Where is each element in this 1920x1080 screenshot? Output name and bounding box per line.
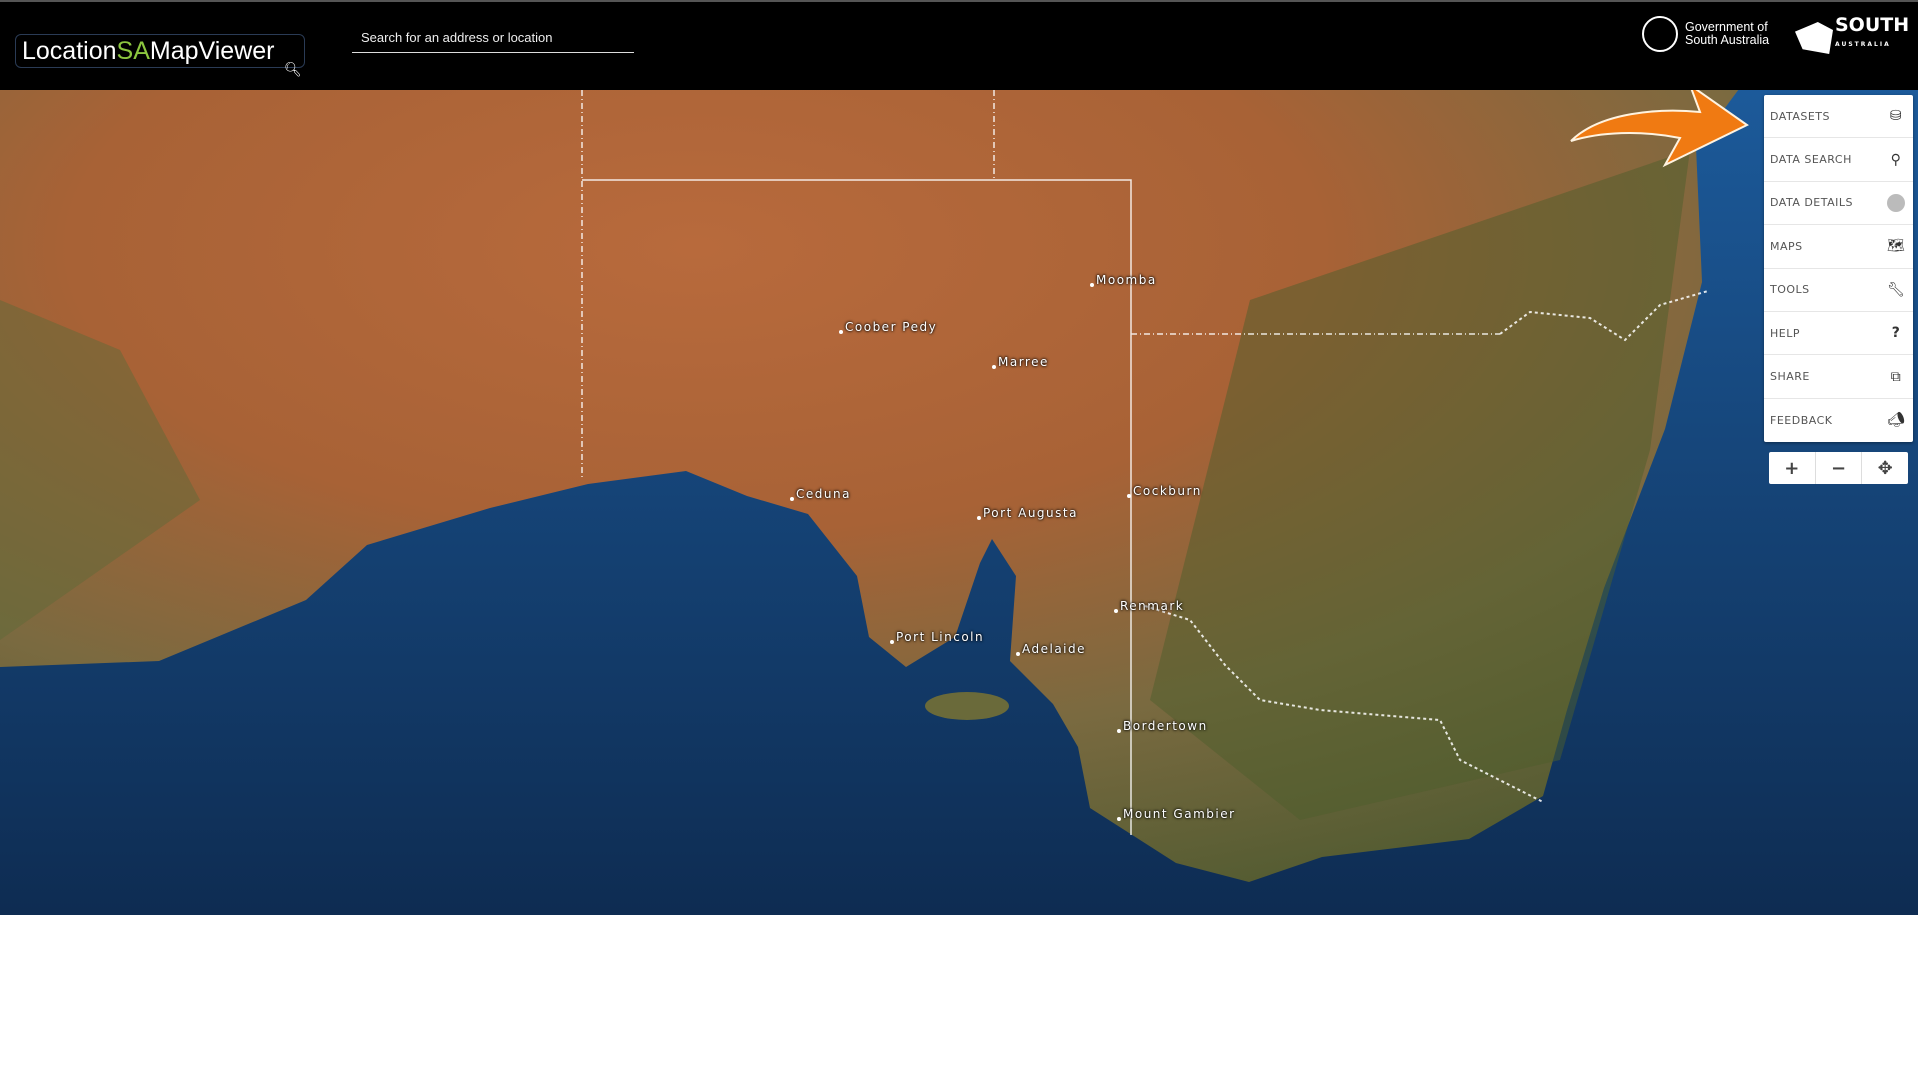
- database-icon: ⛁: [1889, 108, 1903, 125]
- menu-datasets[interactable]: DATASETS ⛁: [1764, 95, 1913, 139]
- place-label: Coober Pedy: [838, 320, 938, 334]
- menu-label: FEEDBACK: [1770, 413, 1833, 427]
- zoom-in-button[interactable]: +: [1769, 452, 1816, 484]
- kangaroo-island: [925, 692, 1009, 720]
- logo-text: Location: [22, 37, 117, 65]
- place-label: Adelaide: [1015, 642, 1087, 656]
- menu-label: DATA DETAILS: [1770, 196, 1853, 210]
- wrench-icon: 🔧︎: [1887, 281, 1906, 298]
- menu-label: MAPS: [1770, 239, 1803, 253]
- place-label: Port Lincoln: [889, 630, 985, 644]
- app-logo[interactable]: LocationSAMapViewer: [15, 34, 305, 68]
- menu-feedback[interactable]: FEEDBACK 📣︎: [1764, 399, 1913, 442]
- megaphone-icon: 📣︎: [1887, 412, 1906, 429]
- place-label: Cockburn: [1127, 484, 1202, 498]
- menu-maps[interactable]: MAPS 🗺︎: [1764, 225, 1913, 269]
- header: LocationSAMapViewer 🔍︎ Government ofSout…: [0, 0, 1918, 90]
- menu-help[interactable]: HELP?: [1764, 312, 1913, 356]
- menu-data-details[interactable]: DATA DETAILS: [1764, 182, 1913, 226]
- info-circle-icon: [1887, 193, 1905, 212]
- share-icon: ⧉: [1890, 368, 1902, 385]
- menu-label: SHARE: [1770, 370, 1810, 384]
- zoom-controls: + − ✥: [1769, 452, 1908, 484]
- menu-share[interactable]: SHARE ⧉: [1764, 355, 1913, 399]
- place-label: Bordertown: [1117, 719, 1208, 733]
- menu-label: TOOLS: [1770, 283, 1810, 297]
- place-label: Moomba: [1090, 273, 1157, 287]
- gov-line2: South Australia: [1685, 33, 1770, 47]
- menu-label: DATA SEARCH: [1770, 153, 1852, 167]
- locate-button[interactable]: ✥: [1862, 452, 1908, 484]
- place-label: Renmark: [1113, 599, 1185, 613]
- map-icon: 🗺︎: [1887, 238, 1906, 255]
- satellite-map[interactable]: Moomba Coober Pedy Marree Ceduna Port Au…: [0, 90, 1918, 915]
- search-icon: ⚲: [1890, 151, 1902, 168]
- place-label: Port Augusta: [977, 506, 1078, 520]
- logo-text-mapviewer: MapViewer: [149, 37, 275, 65]
- menu-data-search[interactable]: DATA SEARCH ⚲: [1764, 138, 1913, 182]
- brand-word: SOUTH: [1835, 14, 1910, 36]
- brand-sub: AUSTRALIA: [1835, 41, 1891, 48]
- menu-label: DATASETS: [1770, 109, 1830, 123]
- south-australia-brand-logo: SOUTH AUSTRALIA: [1795, 16, 1909, 54]
- place-label: Ceduna: [790, 487, 851, 501]
- side-menu: DATASETS ⛁ DATA SEARCH ⚲ DATA DETAILS MAPS…: [1764, 95, 1913, 443]
- map-canvas: [0, 90, 1918, 915]
- address-search-input[interactable]: [352, 22, 634, 53]
- government-of-sa-logo: Government of South Australia: [1642, 16, 1769, 52]
- question-icon: ?: [1891, 325, 1901, 342]
- logo-text-sa: SA: [116, 37, 150, 65]
- menu-tools[interactable]: TOOLS 🔧︎: [1764, 269, 1913, 312]
- place-label: Mount Gambier: [1117, 807, 1236, 821]
- menu-label: HELP: [1770, 326, 1800, 340]
- sa-shape-icon: [1795, 22, 1833, 54]
- place-label: Marree: [992, 355, 1049, 369]
- zoom-out-button[interactable]: −: [1816, 452, 1863, 484]
- search-icon[interactable]: 🔍︎: [284, 62, 302, 78]
- seal-icon: [1642, 16, 1678, 52]
